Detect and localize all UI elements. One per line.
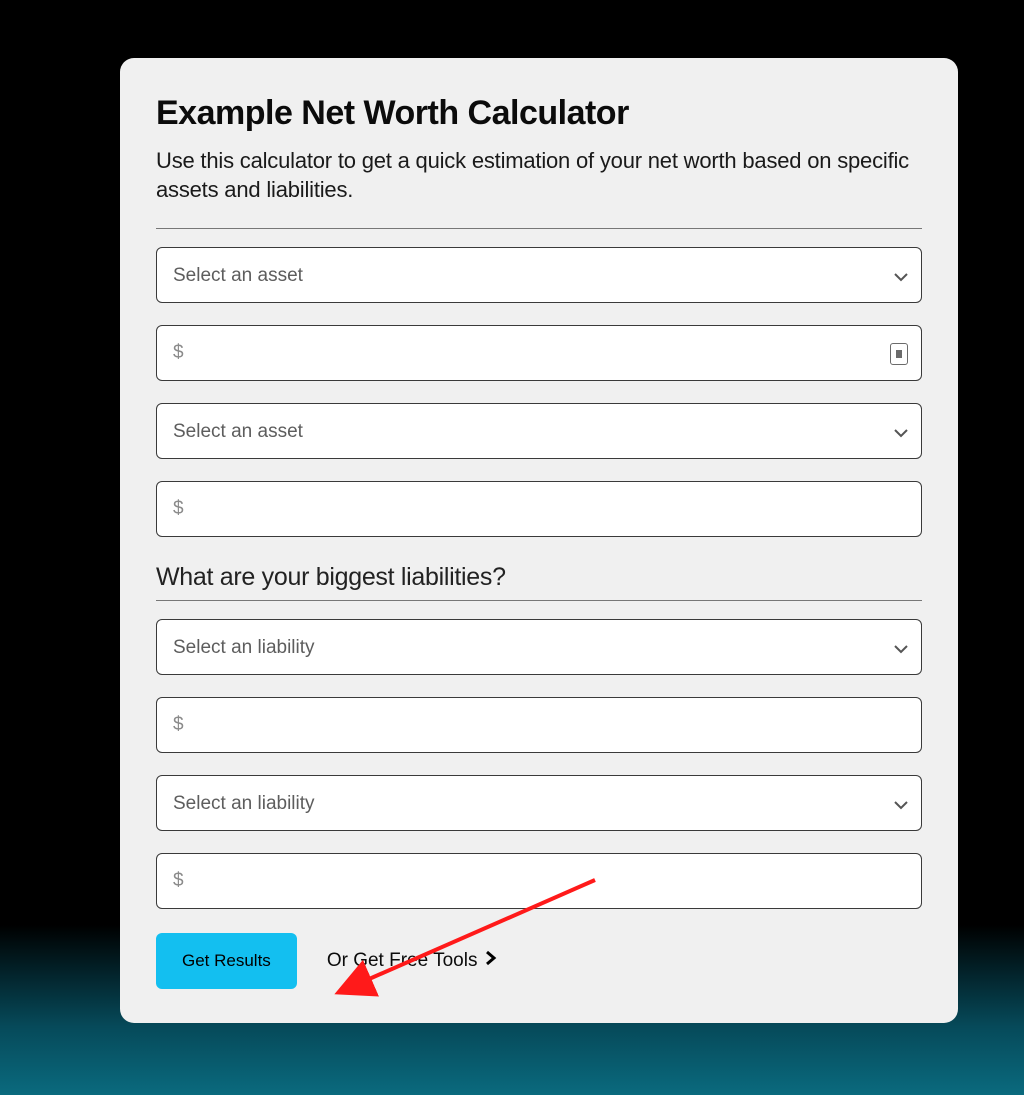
liability-select-1-wrap: Select an liability: [156, 619, 922, 697]
asset-amount-1[interactable]: [156, 325, 922, 381]
liabilities-divider: [156, 600, 922, 601]
assets-divider: [156, 228, 922, 229]
free-tools-link[interactable]: Or Get Free Tools: [327, 950, 498, 972]
card-subtitle: Use this calculator to get a quick estim…: [156, 147, 922, 204]
asset-select-1[interactable]: Select an asset: [156, 247, 922, 303]
liability-select-1[interactable]: Select an liability: [156, 619, 922, 675]
liability-amount-1[interactable]: [156, 697, 922, 753]
asset-select-2[interactable]: Select an asset: [156, 403, 922, 459]
liability-select-2-wrap: Select an liability: [156, 775, 922, 853]
get-results-button[interactable]: Get Results: [156, 933, 297, 989]
calculator-card: Example Net Worth Calculator Use this ca…: [120, 58, 958, 1023]
button-row: Get Results Or Get Free Tools: [156, 933, 922, 989]
chevron-right-icon: [485, 950, 497, 972]
contact-card-icon: [890, 343, 908, 365]
asset-amount-2[interactable]: [156, 481, 922, 537]
liability-amount-2[interactable]: [156, 853, 922, 909]
free-tools-link-label: Or Get Free Tools: [327, 950, 478, 972]
liability-select-2[interactable]: Select an liability: [156, 775, 922, 831]
card-title: Example Net Worth Calculator: [156, 94, 922, 133]
asset-amount-1-wrap: [156, 325, 922, 403]
asset-select-2-wrap: Select an asset: [156, 403, 922, 481]
asset-select-1-wrap: Select an asset: [156, 247, 922, 325]
liabilities-heading: What are your biggest liabilities?: [156, 563, 922, 592]
